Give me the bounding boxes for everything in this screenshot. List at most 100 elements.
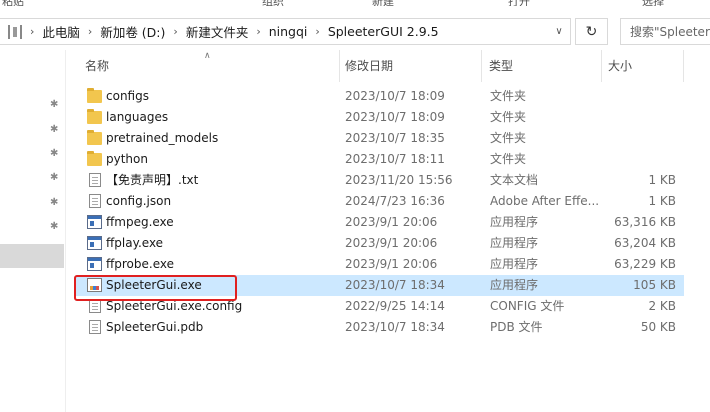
file-size: 63,316 KB — [614, 215, 676, 229]
file-name: pretrained_models — [106, 131, 219, 145]
ribbon-strip: 粘贴 组织 新建 打开 选择 — [0, 0, 710, 6]
chevron-down-icon[interactable]: ∨ — [548, 19, 570, 44]
column-divider[interactable] — [601, 50, 602, 82]
chevron-right-icon[interactable]: › — [30, 25, 34, 38]
file-size: 1 KB — [648, 173, 676, 187]
folder-icon — [87, 130, 102, 145]
file-date: 2024/7/23 16:36 — [345, 194, 445, 208]
file-type: 文件夹 — [490, 152, 527, 166]
this-pc-icon — [8, 24, 22, 39]
file-row[interactable]: languages 2023/10/7 18:09 文件夹 — [76, 107, 684, 128]
chevron-right-icon[interactable]: › — [315, 25, 319, 38]
file-name: SpleeterGui.pdb — [106, 320, 204, 334]
file-size: 50 KB — [640, 320, 676, 334]
file-size: 2 KB — [648, 299, 676, 313]
navigation-pane: ✱ ✱ ✱ ✱ ✱ ✱ — [0, 50, 66, 412]
file-date: 2023/10/7 18:11 — [345, 152, 445, 166]
chevron-right-icon[interactable]: › — [256, 25, 260, 38]
file-row[interactable]: 【免责声明】.txt 2023/11/20 15:56 文本文档 1 KB — [76, 170, 684, 191]
file-row[interactable]: SpleeterGui.pdb 2023/10/7 18:34 PDB 文件 50 K… — [76, 317, 684, 338]
file-size: 1 KB — [648, 194, 676, 208]
pin-icon[interactable]: ✱ — [50, 222, 60, 232]
file-date: 2023/10/7 18:09 — [345, 89, 445, 103]
file-name: ffprobe.exe — [106, 257, 174, 271]
file-date: 2022/9/25 14:14 — [345, 299, 445, 313]
chevron-right-icon[interactable]: › — [173, 25, 177, 38]
folder-icon — [87, 151, 102, 166]
file-type: 应用程序 — [490, 257, 539, 271]
json-file-icon — [89, 194, 101, 208]
ribbon-label-new[interactable]: 新建 — [372, 0, 394, 6]
column-header-size[interactable]: 大小 — [608, 50, 632, 82]
column-header-name[interactable]: 名称 — [85, 50, 109, 82]
file-date: 2023/10/7 18:09 — [345, 110, 445, 124]
file-size: 63,204 KB — [614, 236, 676, 250]
column-divider[interactable] — [339, 50, 340, 82]
column-divider[interactable] — [683, 50, 684, 82]
pin-icon[interactable]: ✱ — [50, 125, 60, 135]
search-input[interactable]: 搜索"SpleeterGUI 2.9.5" — [620, 18, 710, 45]
file-row[interactable]: ffmpeg.exe 2023/9/1 20:06 应用程序 63,316 KB — [76, 212, 684, 233]
pin-icon[interactable]: ✱ — [50, 173, 60, 183]
file-row[interactable]: pretrained_models 2023/10/7 18:35 文件夹 — [76, 128, 684, 149]
file-size — [604, 86, 676, 107]
ribbon-label-open[interactable]: 打开 — [508, 0, 530, 6]
nav-selected-item[interactable] — [0, 244, 64, 268]
address-row: › 此电脑 › 新加卷 (D:) › 新建文件夹 › ningqi › Sple… — [0, 14, 710, 50]
pin-icon[interactable]: ✱ — [50, 198, 60, 208]
column-divider[interactable] — [481, 50, 482, 82]
file-row[interactable]: configs 2023/10/7 18:09 文件夹 — [76, 86, 684, 107]
file-size: 63,229 KB — [614, 257, 676, 271]
refresh-button[interactable]: ↻ — [575, 18, 608, 45]
pdb-file-icon — [89, 320, 101, 334]
exe-icon — [87, 257, 102, 271]
annotation-highlight-box — [74, 275, 237, 301]
pin-icon[interactable]: ✱ — [50, 100, 60, 110]
exe-icon — [87, 215, 102, 229]
ribbon-label-organize[interactable]: 组织 — [262, 0, 284, 6]
file-type: 文件夹 — [490, 110, 527, 124]
breadcrumb-this-pc[interactable]: 此电脑 — [42, 22, 80, 41]
refresh-icon: ↻ — [585, 23, 598, 40]
file-name: configs — [106, 89, 149, 103]
pin-icon[interactable]: ✱ — [50, 149, 60, 159]
breadcrumb-ningqi[interactable]: ningqi — [269, 24, 308, 39]
exe-icon — [87, 236, 102, 250]
file-type: CONFIG 文件 — [490, 299, 565, 313]
column-header-type[interactable]: 类型 — [489, 50, 513, 82]
ribbon-label-select[interactable]: 选择 — [642, 0, 664, 6]
file-size — [604, 149, 676, 170]
file-date: 2023/10/7 18:34 — [345, 278, 445, 292]
file-row[interactable]: ffplay.exe 2023/9/1 20:06 应用程序 63,204 KB — [76, 233, 684, 254]
file-type: 应用程序 — [490, 278, 539, 292]
file-size — [604, 107, 676, 128]
file-type: PDB 文件 — [490, 320, 543, 334]
file-name: languages — [106, 110, 169, 124]
address-bar[interactable]: › 此电脑 › 新加卷 (D:) › 新建文件夹 › ningqi › Sple… — [0, 18, 571, 45]
file-type: 文本文档 — [490, 173, 539, 187]
file-type: 文件夹 — [490, 131, 527, 145]
breadcrumb-new-folder[interactable]: 新建文件夹 — [186, 22, 249, 41]
chevron-right-icon[interactable]: › — [88, 25, 92, 38]
file-name: ffmpeg.exe — [106, 215, 174, 229]
file-row[interactable]: python 2023/10/7 18:11 文件夹 — [76, 149, 684, 170]
file-date: 2023/9/1 20:06 — [345, 257, 438, 271]
file-date: 2023/10/7 18:34 — [345, 320, 445, 334]
file-name: python — [106, 152, 148, 166]
file-date: 2023/9/1 20:06 — [345, 236, 438, 250]
sort-ascending-icon: ∧ — [204, 51, 211, 61]
file-type: 文件夹 — [490, 89, 527, 103]
file-size: 105 KB — [633, 278, 676, 292]
breadcrumb-drive-d[interactable]: 新加卷 (D:) — [100, 22, 165, 41]
file-date: 2023/11/20 15:56 — [345, 173, 453, 187]
file-type: 应用程序 — [490, 215, 539, 229]
ribbon-label-paste[interactable]: 粘贴 — [2, 0, 24, 6]
column-header-date[interactable]: 修改日期 — [345, 50, 393, 82]
file-name: 【免责声明】.txt — [106, 173, 199, 187]
file-row[interactable]: ffprobe.exe 2023/9/1 20:06 应用程序 63,229 KB — [76, 254, 684, 275]
folder-icon — [87, 109, 102, 124]
folder-icon — [87, 88, 102, 103]
file-row[interactable]: config.json 2024/7/23 16:36 Adobe After Ef… — [76, 191, 684, 212]
breadcrumb-spleetergui[interactable]: SpleeterGUI 2.9.5 — [328, 24, 439, 39]
file-size — [604, 128, 676, 149]
